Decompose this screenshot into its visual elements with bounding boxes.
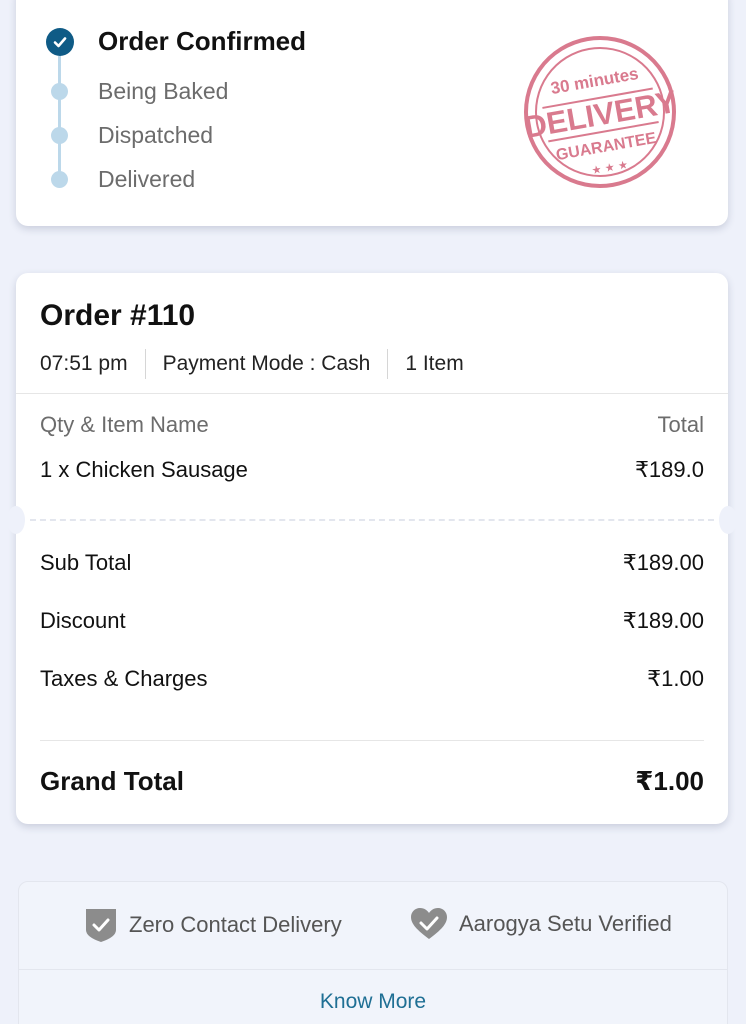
grand-total-label: Grand Total: [40, 766, 184, 796]
summary-value: ₹189.00: [622, 608, 704, 633]
shield-check-icon: [86, 909, 116, 942]
order-number: Order #110: [40, 299, 196, 332]
receipt-tear-line: [30, 519, 714, 521]
badge-label: Aarogya Setu Verified: [459, 911, 672, 936]
item-total: ₹189.0: [634, 457, 704, 482]
item-name: 1 x Chicken Sausage: [40, 457, 248, 482]
status-track-line: [58, 56, 61, 178]
status-dot-icon: [51, 171, 68, 188]
item-count: 1 Item: [405, 352, 464, 375]
items-header-name: Qty & Item Name: [40, 412, 209, 437]
status-step-dispatched: Dispatched: [98, 122, 214, 148]
delivery-guarantee-stamp: 30 minutes DELIVERY GUARANTEE ★ ★ ★: [522, 36, 678, 188]
badge-aarogya-setu: Aarogya Setu Verified: [409, 906, 672, 942]
divider: [19, 969, 727, 970]
know-more-link[interactable]: Know More: [19, 990, 727, 1014]
summary-row-subtotal: Sub Total ₹189.00: [40, 550, 704, 576]
items-header: Qty & Item Name Total: [40, 412, 704, 438]
divider: [16, 393, 728, 394]
status-dot-icon: [51, 83, 68, 100]
grand-total-value: ₹1.00: [635, 766, 704, 796]
items-header-total: Total: [657, 412, 704, 437]
summary-label: Sub Total: [40, 550, 132, 575]
summary-value: ₹189.00: [622, 550, 704, 575]
heart-check-icon: [411, 908, 447, 939]
payment-mode: Payment Mode : Cash: [162, 352, 371, 375]
summary-row-discount: Discount ₹189.00: [40, 608, 704, 634]
order-status-card: Order Confirmed Being Baked Dispatched D…: [16, 0, 728, 226]
summary-label: Discount: [40, 608, 126, 633]
meta-divider: [387, 349, 389, 379]
divider: [40, 740, 704, 741]
order-time: 07:51 pm: [40, 352, 128, 375]
summary-value: ₹1.00: [647, 666, 704, 691]
status-dot-icon: [51, 127, 68, 144]
meta-divider: [144, 349, 146, 379]
safety-info-card: Zero Contact Delivery Aarogya Setu Verif…: [18, 881, 728, 1024]
badge-label: Zero Contact Delivery: [129, 912, 342, 937]
order-details-card: Order #110 07:51 pm Payment Mode : Cash …: [7, 273, 737, 824]
status-step-being-baked: Being Baked: [98, 78, 229, 104]
status-step-order-confirmed: Order Confirmed: [98, 26, 307, 56]
grand-total-row: Grand Total ₹1.00: [40, 766, 704, 797]
status-step-delivered: Delivered: [98, 166, 196, 192]
check-circle-icon: [46, 28, 74, 56]
list-item: 1 x Chicken Sausage ₹189.0: [40, 457, 704, 483]
badge-zero-contact: Zero Contact Delivery: [83, 906, 342, 944]
receipt-notch: [719, 506, 737, 534]
order-meta: 07:51 pm Payment Mode : Cash 1 Item: [40, 349, 464, 379]
summary-label: Taxes & Charges: [40, 666, 208, 691]
receipt-notch: [7, 506, 25, 534]
summary-row-taxes: Taxes & Charges ₹1.00: [40, 666, 704, 692]
